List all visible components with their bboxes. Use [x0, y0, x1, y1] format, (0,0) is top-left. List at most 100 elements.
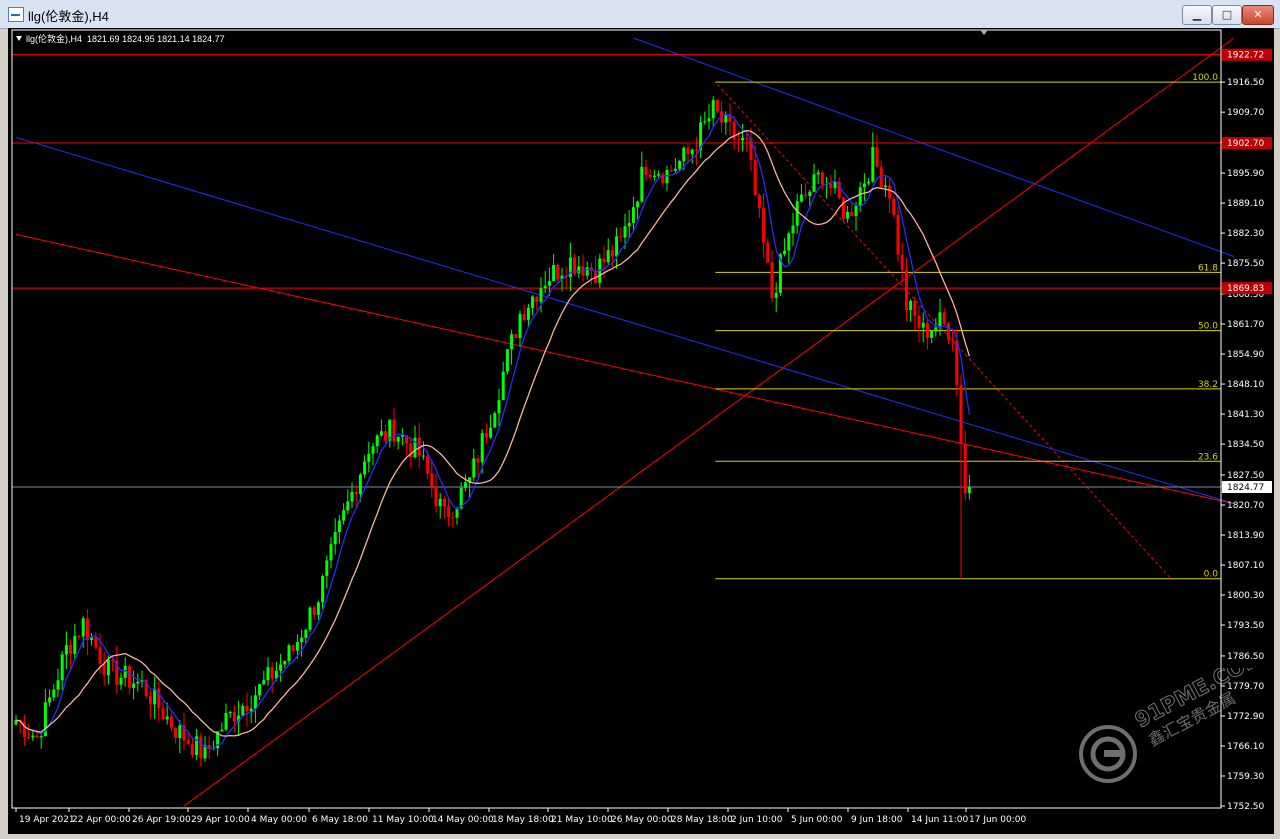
x-tick-label: 28 May 18:00 — [671, 815, 733, 825]
candle-body — [291, 645, 295, 651]
upper-channel-line — [633, 37, 1235, 257]
minimize-button[interactable]: ▁ — [1182, 5, 1212, 25]
candle-body — [833, 181, 837, 189]
candle-body — [644, 166, 648, 175]
candle-body — [136, 681, 140, 684]
candle-body — [56, 680, 60, 690]
candle-body — [77, 636, 81, 638]
fib-level-label: 61.8 — [1198, 263, 1218, 273]
price-tag-label: 1922.72 — [1227, 51, 1264, 61]
close-button[interactable]: ✕ — [1242, 5, 1274, 25]
candle-body — [497, 400, 501, 414]
candle-body — [669, 169, 673, 171]
candle-body — [430, 473, 434, 487]
candle-body — [220, 729, 224, 732]
candle-body — [753, 160, 757, 195]
candle-body — [337, 520, 341, 533]
candle-body — [316, 602, 320, 615]
candle-body — [955, 340, 959, 385]
candle-body — [606, 250, 610, 263]
candle-body — [673, 168, 677, 171]
candle-body — [98, 647, 102, 664]
y-tick-label: 1752.50 — [1227, 802, 1264, 812]
candle-body — [610, 250, 614, 257]
candle-body — [858, 187, 862, 206]
candle-body — [795, 201, 799, 226]
candles — [14, 96, 971, 767]
candle-body — [925, 322, 929, 338]
candle-body — [102, 663, 106, 676]
candle-body — [707, 118, 711, 122]
candle-body — [711, 100, 715, 119]
candle-body — [636, 201, 640, 208]
candle-body — [942, 312, 946, 324]
price-tag-label: 1902.70 — [1227, 139, 1264, 149]
candle-body — [627, 222, 631, 227]
candle-body — [249, 708, 253, 712]
candle-body — [262, 680, 266, 685]
candle-body — [934, 327, 938, 332]
candle-body — [283, 660, 287, 665]
candle-body — [841, 197, 845, 219]
candle-body — [379, 431, 383, 436]
candle-body — [900, 254, 904, 270]
y-tick-label: 1848.10 — [1227, 380, 1264, 390]
candle-body — [106, 659, 110, 676]
candle-body — [476, 458, 480, 463]
candle-body — [358, 474, 362, 495]
candle-body — [665, 169, 669, 184]
x-tick-label: 21 May 10:00 — [551, 815, 613, 825]
x-tick-label: 2 Jun 10:00 — [731, 815, 783, 825]
candle-body — [94, 637, 98, 648]
candle-body — [73, 636, 77, 654]
x-tick-label: 14 May 00:00 — [432, 815, 494, 825]
candle-body — [148, 695, 152, 705]
x-tick-label: 6 May 18:00 — [312, 815, 368, 825]
price-tag-label: 1824.77 — [1227, 483, 1264, 493]
candle-body — [862, 183, 866, 188]
fib-level-label: 0.0 — [1204, 570, 1219, 580]
candle-body — [354, 491, 358, 495]
candle-body — [119, 677, 123, 685]
collapse-arrow-icon[interactable] — [16, 36, 22, 41]
candle-body — [526, 307, 530, 320]
fib-level-label: 23.6 — [1198, 452, 1218, 462]
fib-diagonal — [717, 84, 1172, 580]
candle-body — [329, 544, 333, 561]
maximize-button[interactable]: □ — [1212, 5, 1242, 25]
candle-body — [484, 433, 488, 438]
candle-body — [258, 684, 262, 696]
y-tick-label: 1861.70 — [1227, 320, 1264, 330]
candle-body — [896, 214, 900, 255]
support-trendline — [183, 37, 1235, 807]
y-tick-label: 1807.10 — [1227, 561, 1264, 571]
candle-body — [938, 312, 942, 328]
fib-level-label: 50.0 — [1198, 322, 1218, 332]
candle-body — [325, 560, 329, 577]
candle-body — [186, 740, 190, 745]
candle-body — [871, 147, 875, 182]
candle-body — [451, 517, 455, 519]
candle-body — [132, 683, 136, 688]
candle-body — [812, 174, 816, 192]
candle-body — [287, 645, 291, 661]
candle-body — [921, 322, 925, 328]
chart-window-icon — [8, 7, 24, 22]
y-tick-label: 1854.90 — [1227, 350, 1264, 360]
candle-body — [791, 225, 795, 234]
candle-body — [804, 194, 808, 197]
candle-body — [875, 147, 879, 167]
candle-body — [648, 174, 652, 177]
x-tick-label: 26 Apr 19:00 — [132, 815, 191, 825]
candle-body — [300, 637, 304, 643]
y-tick-label: 1834.50 — [1227, 440, 1264, 450]
ohlc-values: 1821.69 1824.95 1821.14 1824.77 — [87, 34, 225, 44]
resistance-trendline — [15, 233, 1235, 505]
candle-body — [52, 689, 56, 698]
candle-body — [85, 618, 89, 640]
candle-body — [531, 296, 535, 308]
candle-body — [270, 667, 274, 679]
channel-lines — [15, 37, 1235, 807]
y-tick-label: 1793.50 — [1227, 621, 1264, 631]
y-tick-label: 1820.70 — [1227, 501, 1264, 511]
